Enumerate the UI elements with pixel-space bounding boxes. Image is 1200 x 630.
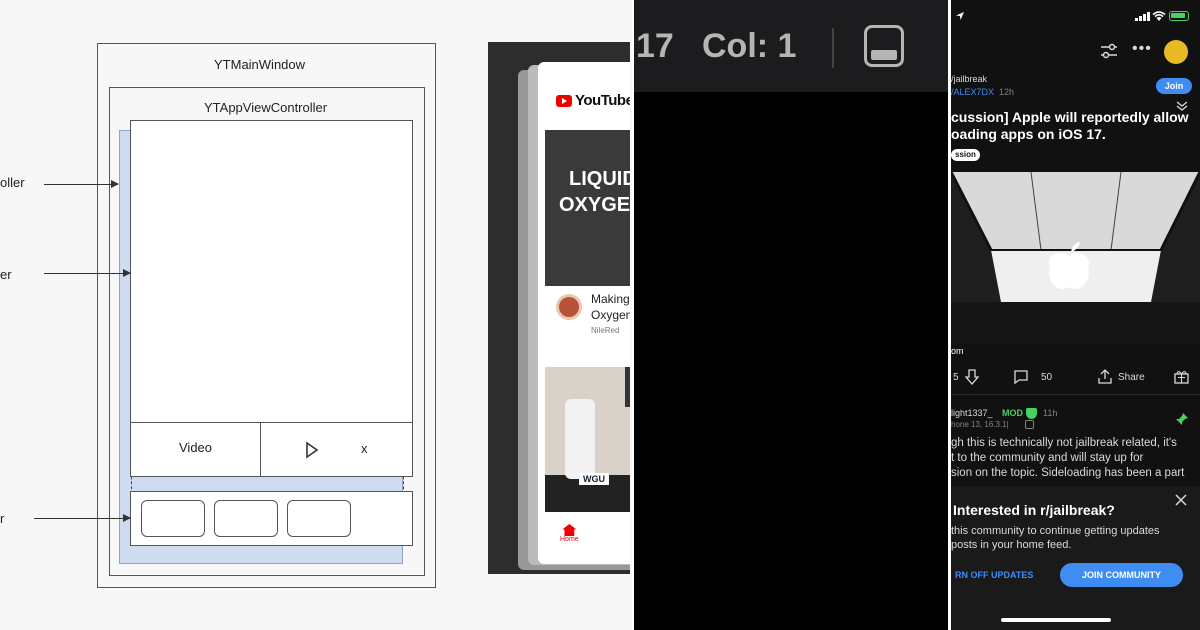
post-author[interactable]: /ALEX7DX bbox=[951, 87, 994, 97]
post-image[interactable] bbox=[951, 172, 1200, 344]
comment-icon[interactable] bbox=[1013, 370, 1029, 384]
channel-avatar bbox=[556, 294, 582, 320]
join-prompt-sheet: Interested in r/jailbreak? this communit… bbox=[951, 486, 1200, 630]
pin-icon bbox=[1176, 413, 1188, 425]
tab-item bbox=[141, 500, 205, 537]
home-icon bbox=[562, 524, 577, 536]
action-divider bbox=[951, 394, 1200, 395]
wifi-icon bbox=[1152, 11, 1166, 21]
join-button[interactable]: Join bbox=[1156, 78, 1192, 94]
commenter-name[interactable]: light1337_ bbox=[951, 408, 993, 418]
prompt-line-2: posts in your home feed. bbox=[951, 539, 1072, 551]
jug-label: WGU bbox=[579, 473, 609, 485]
tab-item bbox=[214, 500, 278, 537]
column-indicator: Col: 1 bbox=[702, 27, 797, 65]
post-flair: ssion bbox=[951, 149, 980, 161]
phone-screen: YouTube LIQUID OXYGEN Making Oxygen Nile… bbox=[538, 62, 630, 564]
comment-line-3: sion on the topic. Sideloading has been … bbox=[951, 467, 1185, 479]
content-view-box bbox=[130, 120, 413, 423]
thumbnail: LIQUID OXYGEN bbox=[545, 130, 630, 286]
diagram-panel: YTMainWindow YTAppViewController Video x… bbox=[0, 0, 632, 630]
close-label: x bbox=[361, 441, 368, 456]
comments-count: 50 bbox=[1041, 372, 1053, 383]
video-label: Video bbox=[179, 440, 213, 455]
share-icon[interactable] bbox=[1097, 369, 1113, 384]
turn-off-updates-button[interactable]: RN OFF UPDATES bbox=[955, 570, 1033, 580]
comment-time: 11h bbox=[1043, 408, 1058, 418]
panel-toggle-icon[interactable] bbox=[864, 25, 904, 67]
post-title-line-2[interactable]: oading apps on iOS 17. bbox=[951, 126, 1106, 142]
app-view-controller-label: YTAppViewController bbox=[204, 100, 328, 115]
play-icon bbox=[306, 441, 319, 459]
arrow-1 bbox=[44, 180, 119, 188]
left-label-1: oller bbox=[0, 175, 25, 190]
store-ceiling bbox=[951, 172, 1200, 344]
home-tab[interactable]: Home bbox=[560, 524, 579, 543]
arrow-3 bbox=[34, 514, 131, 522]
controls-box bbox=[260, 422, 413, 477]
device-flair-icon bbox=[1025, 420, 1034, 429]
downvote-icon[interactable] bbox=[965, 369, 979, 385]
post-title-line-1[interactable]: cussion] Apple will reportedly allow bbox=[951, 109, 1189, 125]
shield-icon bbox=[1026, 408, 1037, 419]
status-bar: 17 Col: 1 bbox=[634, 0, 948, 92]
line-number: 17 bbox=[636, 27, 674, 65]
signal-icon bbox=[1135, 12, 1150, 21]
share-label[interactable]: Share bbox=[1118, 372, 1145, 383]
status-separator bbox=[832, 28, 834, 68]
user-avatar[interactable] bbox=[1164, 40, 1188, 64]
youtube-preview: YouTube LIQUID OXYGEN Making Oxygen Nile… bbox=[488, 42, 630, 574]
commenter-device: hone 13, 16.3.1| bbox=[951, 420, 1009, 429]
tab-item bbox=[287, 500, 351, 537]
mod-badge: MOD bbox=[1002, 408, 1023, 418]
main-window-label: YTMainWindow bbox=[214, 57, 306, 72]
battery-icon bbox=[1169, 11, 1189, 21]
left-label-3: r bbox=[0, 511, 5, 526]
home-indicator bbox=[1001, 618, 1111, 622]
join-community-button[interactable]: JOIN COMMUNITY bbox=[1060, 563, 1183, 587]
comment-line-1: gh this is technically not jailbreak rel… bbox=[951, 437, 1177, 449]
arrow-2 bbox=[44, 269, 131, 277]
reddit-panel: ••• /jailbreak /ALEX7DX 12h Join cussion… bbox=[951, 0, 1200, 630]
image-caption: om bbox=[951, 346, 964, 356]
editor-panel: 17 Col: 1 bbox=[634, 0, 948, 630]
prompt-title: Interested in r/jailbreak? bbox=[953, 502, 1115, 518]
post-time: 12h bbox=[999, 87, 1015, 97]
youtube-logo: YouTube bbox=[556, 92, 630, 109]
vote-count: 5 bbox=[953, 372, 959, 383]
community-name[interactable]: /jailbreak bbox=[951, 74, 987, 84]
close-icon[interactable] bbox=[1175, 494, 1187, 506]
video-thumbnail-2: WGU bbox=[545, 367, 630, 512]
prompt-line-1: this community to continue getting updat… bbox=[951, 525, 1160, 537]
more-icon[interactable]: ••• bbox=[1132, 40, 1152, 58]
comment-line-2: t to the community and will stay up for bbox=[951, 452, 1144, 464]
award-icon[interactable] bbox=[1174, 369, 1189, 384]
youtube-play-icon bbox=[556, 94, 572, 107]
left-label-2: er bbox=[0, 267, 12, 282]
location-icon bbox=[956, 12, 964, 20]
filter-icon[interactable] bbox=[1100, 43, 1118, 59]
